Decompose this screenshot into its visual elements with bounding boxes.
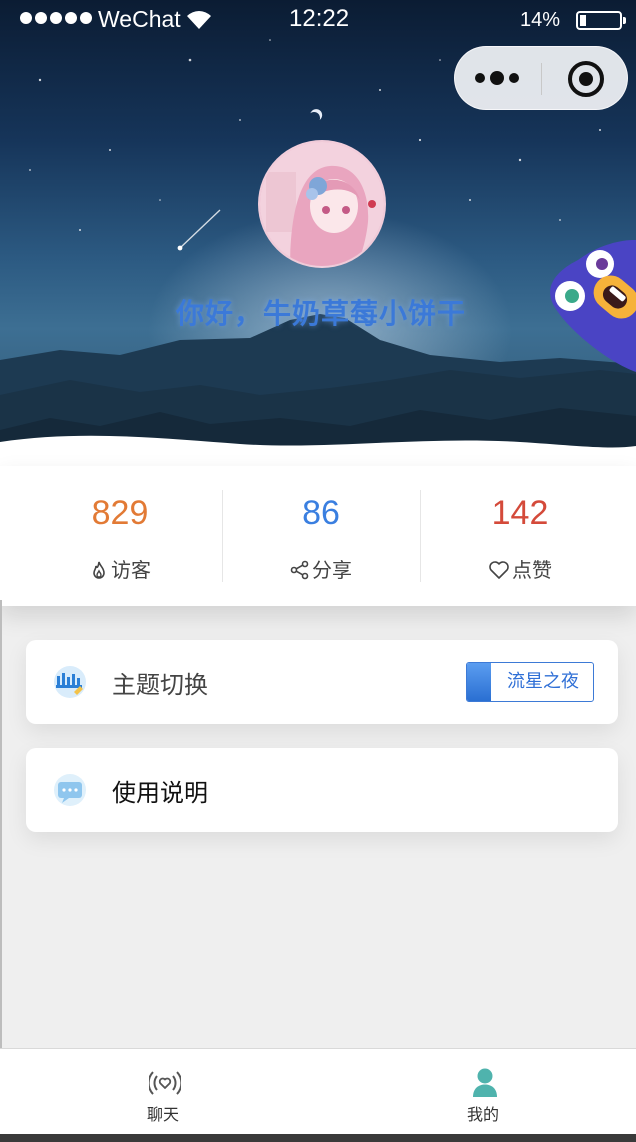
stat-likes[interactable]: 142 点赞 [420,466,620,606]
fire-icon [93,561,105,579]
greeting-text: 你好，牛奶草莓小饼干 [175,297,466,330]
theme-switch-label: 主题切换 [112,671,208,699]
bottom-edge [0,1134,636,1142]
tab-mine[interactable]: 我的 [324,1049,636,1135]
usage-guide-item[interactable]: 使用说明 [26,748,618,832]
mascot-monster-icon[interactable] [548,240,636,372]
theme-select-button[interactable]: 流星之夜 [466,662,594,702]
close-target-icon[interactable] [568,61,604,97]
theme-switch-item[interactable]: 主题切换 流星之夜 [26,640,618,724]
battery-percent: 14% [520,9,561,31]
wave-divider [0,435,636,470]
wifi-icon [187,11,211,29]
mini-program-capsule [454,46,628,110]
share-icon [290,560,309,580]
stat-visitors[interactable]: 829 访客 [18,466,222,606]
battery-icon [576,11,626,30]
usage-guide-label: 使用说明 [112,779,208,807]
likes-count: 142 [491,494,549,532]
more-dots-icon[interactable] [475,71,519,85]
stats-panel: 829 访客 86 分享 142 点赞 [0,466,636,606]
chat-bubble-icon [54,774,86,806]
likes-label: 点赞 [512,558,552,582]
page-edge [0,600,2,1050]
anime-girl-avatar-image [260,142,384,266]
signal-dots-icon [20,12,92,24]
user-icon [473,1068,497,1097]
visitors-count: 829 [91,494,149,532]
radar-heart-icon [149,1071,181,1095]
status-time: 12:22 [289,5,350,32]
theme-color-swatch [467,663,491,701]
avatar[interactable] [258,140,386,268]
bottom-tab-bar: 聊天 我的 [0,1048,636,1134]
theme-skyline-icon [54,666,86,698]
theme-current-value: 流星之夜 [507,671,579,692]
carrier-name: WeChat [98,6,181,32]
tab-chat-label: 聊天 [146,1105,179,1124]
heart-icon [489,561,509,579]
tab-mine-label: 我的 [466,1105,499,1124]
stat-shares[interactable]: 86 分享 [222,466,420,606]
status-bar: WeChat 12:22 14% [0,0,636,40]
tab-chat[interactable]: 聊天 [4,1049,322,1135]
shares-label: 分享 [312,558,352,582]
shares-count: 86 [302,494,340,532]
visitors-label: 访客 [111,558,151,582]
capsule-divider [541,63,542,95]
